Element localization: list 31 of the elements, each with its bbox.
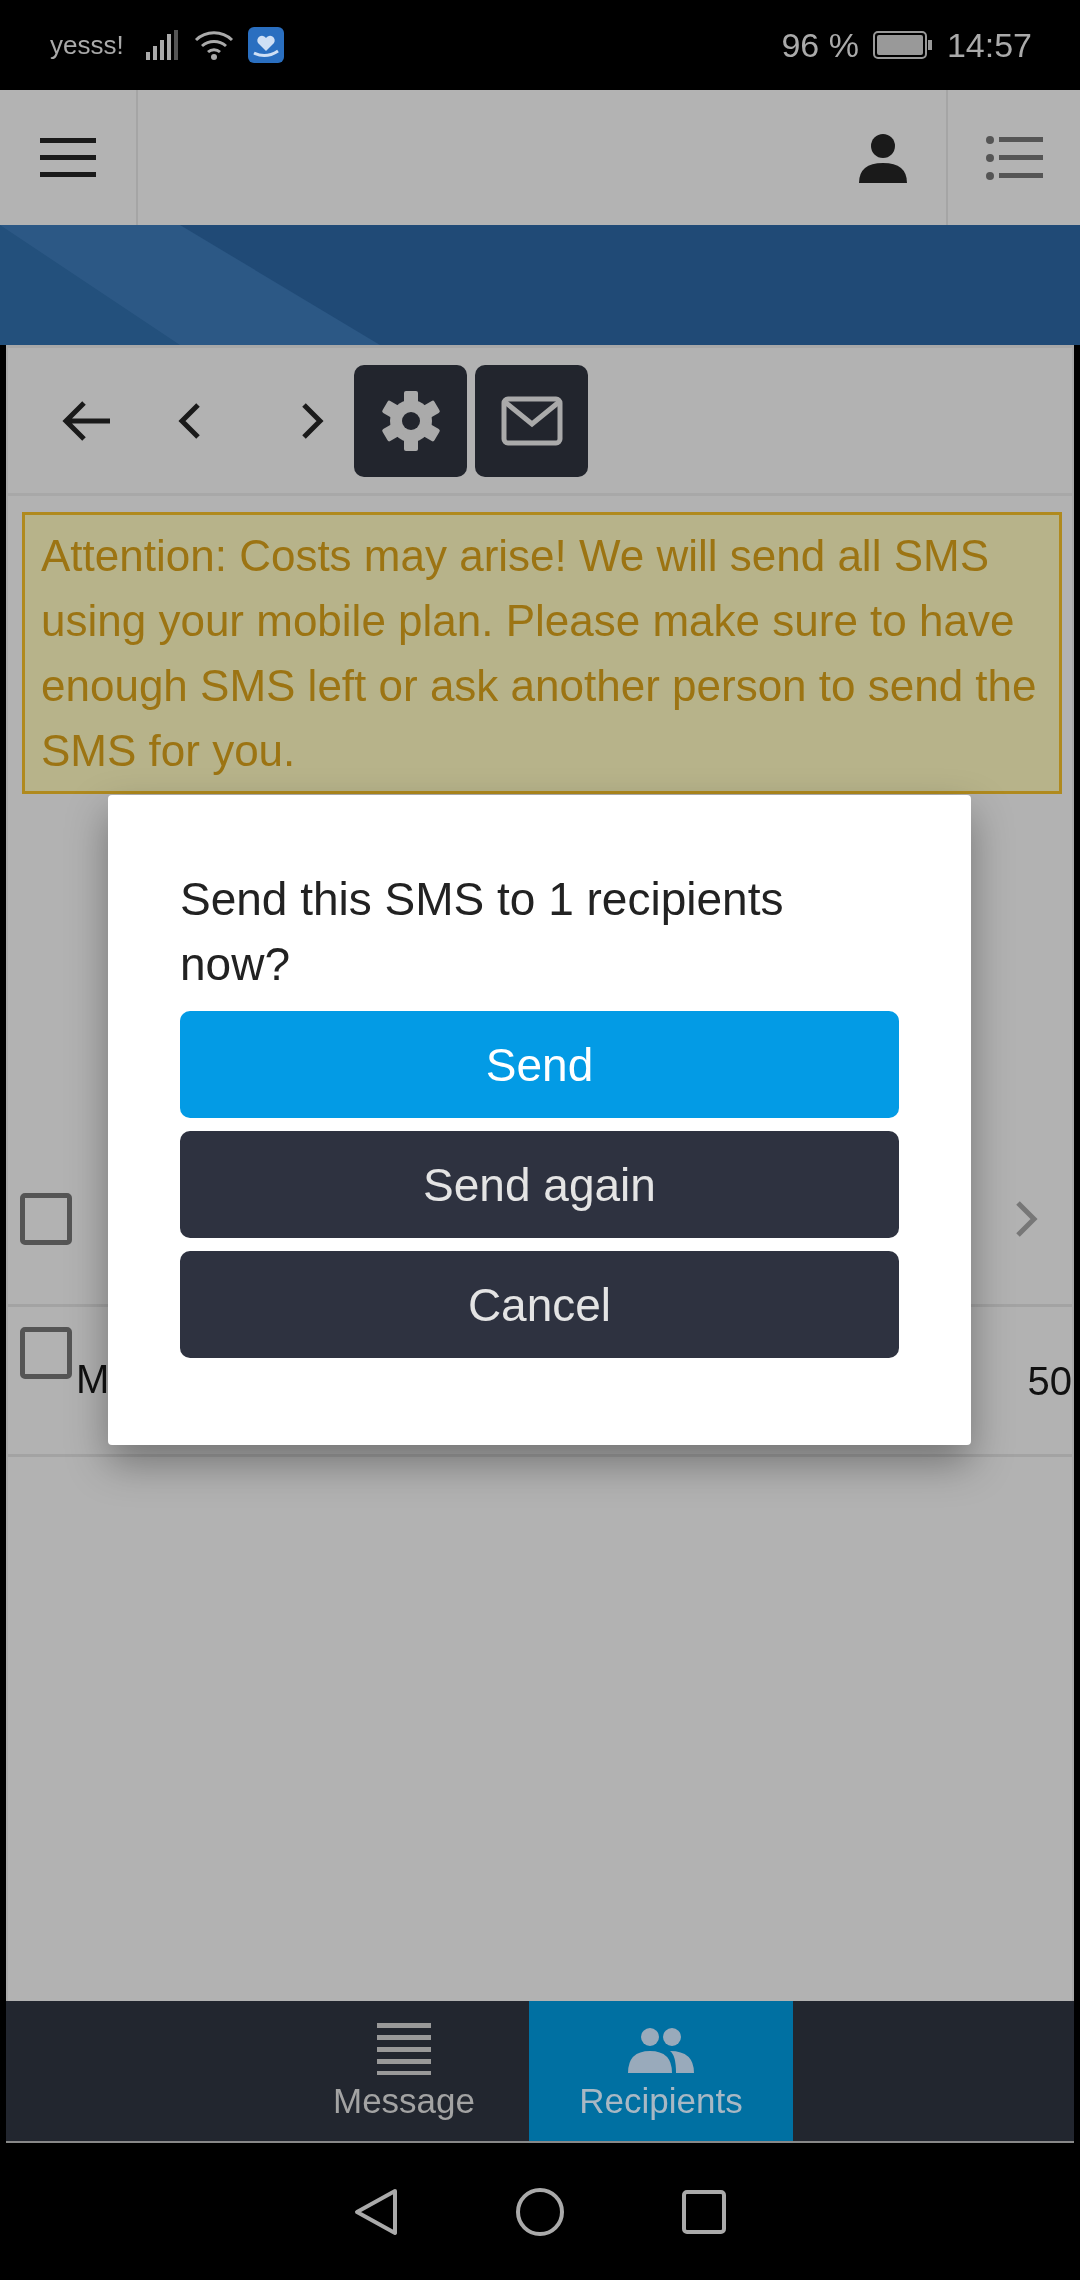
clock-time: 14:57: [946, 25, 1032, 65]
wifi-icon: [193, 29, 234, 61]
chevron-right-icon[interactable]: [300, 400, 326, 441]
home-nav-icon[interactable]: [515, 2186, 565, 2237]
signal-icon: [145, 30, 180, 60]
recents-nav-icon[interactable]: [681, 2188, 727, 2235]
carrier-name: yesss!: [50, 29, 124, 61]
battery-percent: 96 %: [781, 25, 859, 65]
dialog-button[interactable]: Cancel: [180, 1251, 899, 1358]
list-icon[interactable]: [985, 134, 1043, 181]
dialog-button[interactable]: Send: [180, 1011, 899, 1118]
back-nav-icon[interactable]: [353, 2186, 399, 2237]
user-icon[interactable]: [858, 132, 908, 183]
back-arrow-icon[interactable]: [62, 398, 112, 443]
menu-icon[interactable]: [40, 135, 96, 180]
bottom-tab[interactable]: Message: [279, 2001, 529, 2141]
recipient-checkbox[interactable]: [20, 1193, 72, 1245]
dialog-button[interactable]: Send again: [180, 1131, 899, 1238]
recipient-checkbox[interactable]: [20, 1327, 72, 1379]
heart-app-icon: [247, 27, 284, 63]
chevron-left-icon[interactable]: [176, 400, 202, 441]
mail-button[interactable]: [475, 364, 588, 477]
recipient-value: 50: [1027, 1359, 1072, 1404]
dialog-message: Send this SMS to 1 recipients now?: [180, 872, 785, 992]
battery-icon: [872, 31, 933, 59]
envelope-icon: [500, 395, 563, 446]
recipient-name: M: [76, 1357, 110, 1402]
lines-icon: [377, 2021, 431, 2075]
gear-icon: [379, 389, 442, 452]
settings-button[interactable]: [354, 364, 467, 477]
cost-warning: Attention: Costs may arise! We will send all SMS using your mobile plan. Please make sure to have enough SMS left or ask another person to send the SMS for you.: [22, 512, 1062, 794]
